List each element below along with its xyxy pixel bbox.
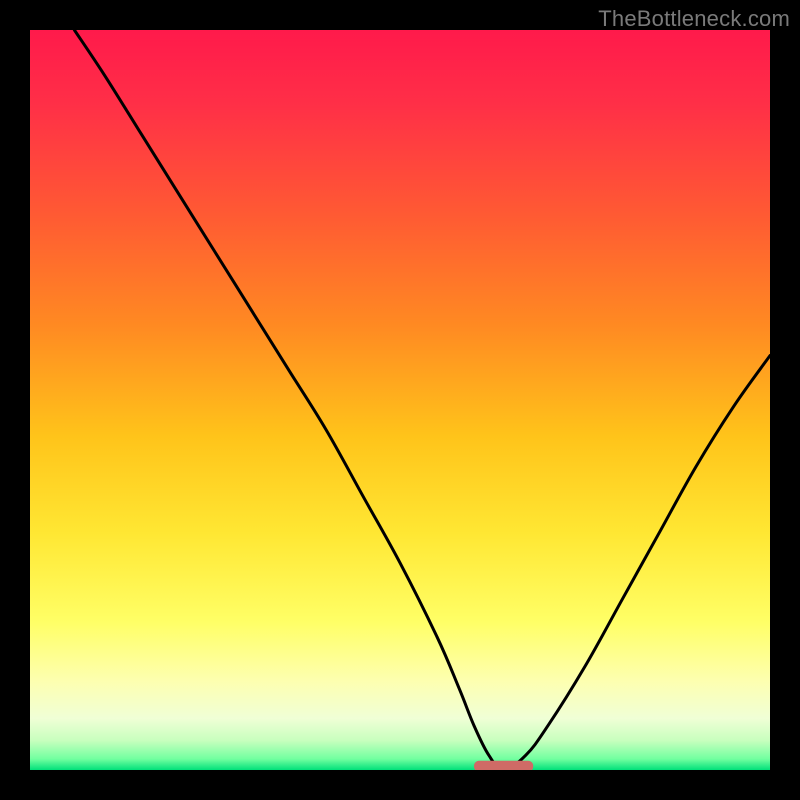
gradient-background [30,30,770,770]
bottom-marker [474,761,533,770]
bottleneck-chart [30,30,770,770]
chart-frame: TheBottleneck.com [0,0,800,800]
watermark-text: TheBottleneck.com [598,6,790,32]
